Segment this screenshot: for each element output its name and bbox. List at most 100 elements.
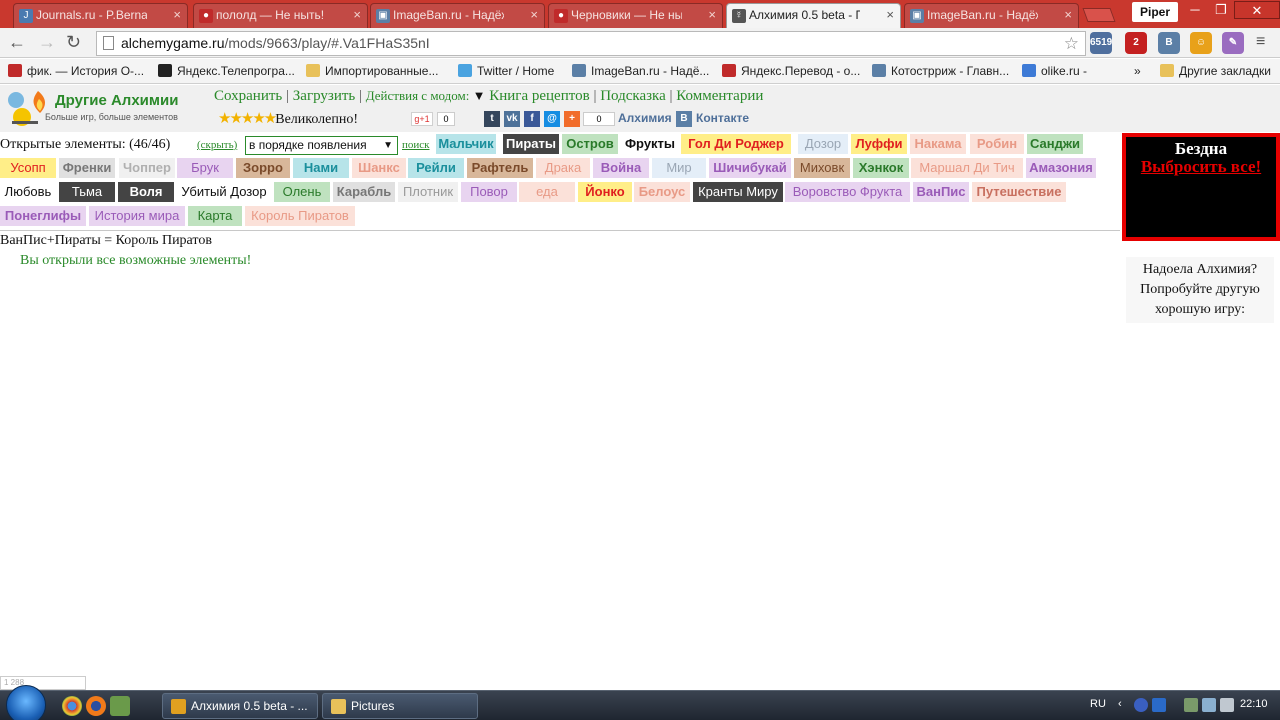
element-chip[interactable]: Луффи — [851, 134, 907, 154]
mail-icon[interactable]: @ — [544, 111, 560, 127]
element-chip[interactable]: Путешествие — [972, 182, 1066, 202]
chrome-pinned-icon[interactable] — [62, 696, 82, 716]
element-chip[interactable]: Тьма — [59, 182, 115, 202]
bookmark-item[interactable]: ImageBan.ru - Надё... — [572, 63, 709, 79]
element-chip[interactable]: Карта — [188, 206, 242, 226]
element-chip[interactable]: Санджи — [1027, 134, 1083, 154]
vk-ext-icon[interactable]: В — [1158, 32, 1180, 54]
element-chip[interactable]: Мир — [652, 158, 706, 178]
network-icon[interactable] — [1202, 698, 1216, 712]
firefox-pinned-icon[interactable] — [86, 696, 106, 716]
element-chip[interactable]: Миховк — [794, 158, 850, 178]
browser-tab[interactable]: ☿ Алхимия 0.5 beta - Па × — [726, 3, 901, 28]
element-chip[interactable]: Остров — [562, 134, 618, 154]
element-chip[interactable]: Понеглифы — [0, 206, 86, 226]
browser-tab[interactable]: J Journals.ru - P.Bernad × — [13, 3, 188, 28]
bookmark-item[interactable]: olike.ru - — [1022, 63, 1087, 79]
browser-tab[interactable]: ▣ ImageBan.ru - Надёжн × — [370, 3, 545, 28]
mod-actions-dropdown[interactable]: Действия с модом: ▼ — [366, 88, 486, 103]
abyss-box[interactable]: Бездна Выбросить все! — [1122, 133, 1280, 241]
language-indicator[interactable]: RU — [1090, 698, 1106, 710]
element-chip[interactable]: Рейли — [408, 158, 464, 178]
vk-alchemy-link[interactable]: Алхимия — [618, 111, 672, 125]
search-link[interactable]: поиск — [402, 139, 430, 151]
other-bookmarks[interactable]: Другие закладки — [1160, 63, 1271, 79]
recipes-link[interactable]: Книга рецептов — [489, 88, 589, 104]
tray-arrow-icon[interactable]: ‹ — [1118, 698, 1132, 712]
bookmark-star-icon[interactable]: ☆ — [1064, 32, 1079, 55]
vk-share-icon[interactable]: vk — [504, 111, 520, 127]
tray-app-icon[interactable] — [1134, 698, 1148, 712]
browser-tab[interactable]: ●Черновики — Не ныть × — [548, 3, 723, 28]
element-chip[interactable]: Пираты — [503, 134, 559, 154]
element-chip[interactable]: Фрукты — [621, 134, 679, 154]
element-chip[interactable]: Воровство Фрукта — [785, 182, 910, 202]
sort-select[interactable]: в порядке появления ▼ — [245, 136, 398, 155]
back-icon[interactable]: ← — [8, 32, 26, 52]
vk-contact-link[interactable]: Контакте — [696, 111, 749, 125]
element-chip[interactable]: Нами — [293, 158, 349, 178]
tab-close-icon[interactable]: × — [530, 4, 538, 26]
restore-icon[interactable]: ❐ — [1208, 1, 1234, 19]
minimize-icon[interactable]: ─ — [1182, 1, 1208, 19]
element-chip[interactable]: Кранты Миру — [693, 182, 783, 202]
menu-icon[interactable]: ≡ — [1256, 32, 1265, 52]
bookmark-item[interactable]: Импортированные... — [306, 63, 438, 79]
tumblr-icon[interactable]: t — [484, 111, 500, 127]
element-chip[interactable]: Брук — [177, 158, 233, 178]
element-chip[interactable]: Воля — [118, 182, 174, 202]
keyboard-layout-icon[interactable] — [1152, 698, 1166, 712]
save-link[interactable]: Сохранить — [214, 88, 282, 104]
bookmark-item[interactable]: Яндекс.Телепрогра... — [158, 63, 295, 79]
hide-link[interactable]: (скрыть) — [197, 139, 237, 151]
gplus-button[interactable]: g+1 — [411, 112, 433, 126]
start-button[interactable] — [6, 685, 46, 720]
bookmark-item[interactable]: фик. — История О-... — [8, 63, 144, 79]
element-chip[interactable]: Френки — [59, 158, 115, 178]
tv-ext-icon[interactable]: 6519 — [1090, 32, 1112, 54]
element-chip[interactable]: Война — [593, 158, 649, 178]
tab-close-icon[interactable]: × — [886, 4, 894, 26]
throw-all-link[interactable]: Выбросить все! — [1126, 158, 1276, 175]
tab-close-icon[interactable]: × — [173, 4, 181, 26]
element-chip[interactable]: Драка — [536, 158, 590, 178]
taskbar-task[interactable]: Алхимия 0.5 beta - ... — [162, 693, 318, 719]
bookmark-item[interactable]: Twitter / Home — [458, 63, 554, 79]
rating-stars[interactable]: ★★★★★ — [218, 111, 277, 127]
element-chip[interactable]: Гол Ди Роджер — [681, 134, 791, 154]
taskbar-task[interactable]: Pictures — [322, 693, 478, 719]
element-chip[interactable]: История мира — [89, 206, 185, 226]
load-link[interactable]: Загрузить — [293, 88, 355, 104]
element-chip[interactable]: Усопп — [0, 158, 56, 178]
clock[interactable]: 22:10 — [1240, 698, 1268, 710]
adblock-ext-icon[interactable]: 2 — [1125, 32, 1147, 54]
smile-ext-icon[interactable]: ☺ — [1190, 32, 1212, 54]
bookmarks-more[interactable]: » — [1134, 63, 1141, 79]
element-chip[interactable]: еда — [519, 182, 575, 202]
element-chip[interactable]: Шичибукай — [709, 158, 791, 178]
reload-icon[interactable]: ↻ — [66, 32, 81, 52]
element-chip[interactable]: Чоппер — [119, 158, 175, 178]
element-chip[interactable]: Зорро — [236, 158, 290, 178]
bookmark-item[interactable]: Яндекс.Перевод - о... — [722, 63, 860, 79]
tab-close-icon[interactable]: × — [1064, 4, 1072, 26]
element-chip[interactable]: Король Пиратов — [245, 206, 355, 226]
element-chip[interactable]: Карабль — [333, 182, 395, 202]
logo-title[interactable]: Другие Алхимии — [55, 92, 178, 109]
forward-icon[interactable]: → — [38, 32, 56, 52]
element-chip[interactable]: Мальчик — [436, 134, 496, 154]
element-chip[interactable]: Плотник — [398, 182, 458, 202]
tray-flag-icon[interactable] — [1184, 698, 1198, 712]
element-chip[interactable]: Маршал Ди Тич — [911, 158, 1023, 178]
close-window-icon[interactable]: ✕ — [1234, 1, 1280, 19]
element-chip[interactable]: Шанкс — [352, 158, 406, 178]
element-chip[interactable]: Убитый Дозор — [177, 182, 271, 202]
element-chip[interactable]: Олень — [274, 182, 330, 202]
element-chip[interactable]: Повор — [461, 182, 517, 202]
browser-tab[interactable]: ● пололд — Не ныть! Н × — [193, 3, 368, 28]
comments-link[interactable]: Комментарии — [676, 88, 763, 104]
app-pinned-icon[interactable] — [110, 696, 130, 716]
add-share-icon[interactable]: + — [564, 111, 580, 127]
browser-tab[interactable]: ▣ ImageBan.ru - Надёжн × — [904, 3, 1079, 28]
volume-icon[interactable] — [1220, 698, 1234, 712]
